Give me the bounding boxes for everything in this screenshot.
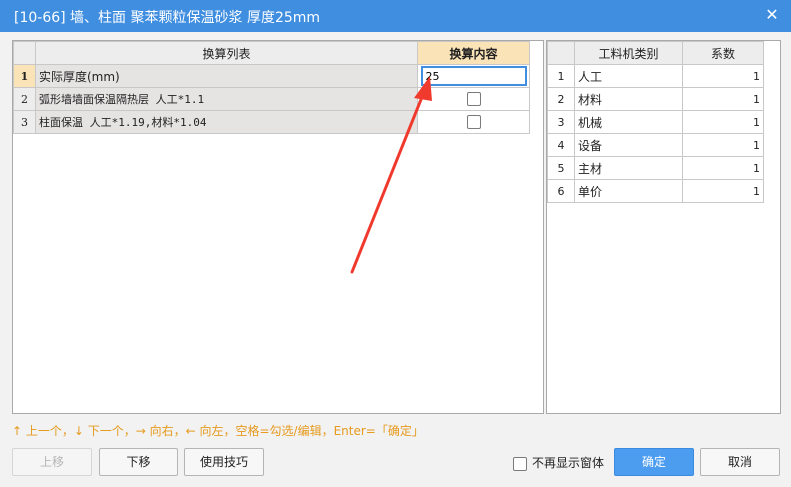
row-index: 4 — [547, 133, 575, 157]
row-category: 单价 — [574, 179, 683, 203]
thickness-input[interactable] — [420, 66, 527, 86]
row-name: 柱面保温 人工*1.19,材料*1.04 — [35, 110, 418, 134]
row-category: 主材 — [574, 156, 683, 180]
category-row[interactable]: 6 单价 1 — [547, 179, 764, 203]
window-title: [10-66] 墙、柱面 聚苯颗粒保温砂浆 厚度25mm — [14, 10, 321, 26]
conversion-table: 换算列表 换算内容 1 实际厚度(mm) 2 弧形墙墙面保温隔热层 人工*1.1… — [13, 41, 530, 134]
row-coefficient[interactable]: 1 — [682, 110, 764, 134]
move-up-button[interactable]: 上移 — [12, 448, 92, 476]
category-panel: 工料机类别 系数 1 人工 1 2 材料 1 3 机械 1 4 设备 1 5 主… — [546, 40, 781, 414]
header-index — [13, 41, 36, 65]
row-coefficient[interactable]: 1 — [682, 179, 764, 203]
row-value-cell[interactable] — [417, 110, 530, 134]
row-coefficient[interactable]: 1 — [682, 133, 764, 157]
conversion-row-1[interactable]: 1 实际厚度(mm) — [13, 64, 530, 88]
cancel-button[interactable]: 取消 — [700, 448, 780, 476]
row-name: 弧形墙墙面保温隔热层 人工*1.1 — [35, 87, 418, 111]
conversion-table-header: 换算列表 换算内容 — [13, 41, 530, 65]
conversion-row-2[interactable]: 2 弧形墙墙面保温隔热层 人工*1.1 — [13, 87, 530, 111]
row-index: 6 — [547, 179, 575, 203]
row-index: 5 — [547, 156, 575, 180]
dont-show-again[interactable]: 不再显示窗体 — [513, 454, 604, 471]
header-category: 工料机类别 — [574, 41, 683, 65]
move-down-button[interactable]: 下移 — [99, 448, 178, 476]
row-checkbox[interactable] — [466, 92, 481, 107]
ok-button[interactable]: 确定 — [614, 448, 694, 476]
header-list: 换算列表 — [35, 41, 418, 65]
header-index — [547, 41, 575, 65]
category-row[interactable]: 2 材料 1 — [547, 87, 764, 111]
close-icon[interactable]: ✕ — [763, 5, 781, 25]
row-coefficient[interactable]: 1 — [682, 156, 764, 180]
row-value-cell[interactable] — [417, 64, 530, 88]
row-category: 机械 — [574, 110, 683, 134]
category-row[interactable]: 5 主材 1 — [547, 156, 764, 180]
row-checkbox[interactable] — [466, 115, 481, 130]
conversion-row-3[interactable]: 3 柱面保温 人工*1.19,材料*1.04 — [13, 110, 530, 134]
row-coefficient[interactable]: 1 — [682, 64, 764, 88]
header-content: 换算内容 — [417, 41, 530, 65]
category-table: 工料机类别 系数 1 人工 1 2 材料 1 3 机械 1 4 设备 1 5 主… — [547, 41, 764, 203]
row-category: 材料 — [574, 87, 683, 111]
category-table-header: 工料机类别 系数 — [547, 41, 764, 65]
dont-show-label: 不再显示窗体 — [532, 456, 605, 470]
category-row[interactable]: 4 设备 1 — [547, 133, 764, 157]
title-bar: [10-66] 墙、柱面 聚苯颗粒保温砂浆 厚度25mm ✕ — [0, 0, 791, 32]
category-row[interactable]: 1 人工 1 — [547, 64, 764, 88]
conversion-list-panel: 换算列表 换算内容 1 实际厚度(mm) 2 弧形墙墙面保温隔热层 人工*1.1… — [12, 40, 544, 414]
row-category: 设备 — [574, 133, 683, 157]
row-category: 人工 — [574, 64, 683, 88]
row-index: 3 — [13, 110, 36, 134]
row-index: 1 — [13, 64, 36, 88]
dont-show-checkbox[interactable] — [513, 456, 527, 471]
row-name: 实际厚度(mm) — [35, 64, 418, 88]
row-index: 3 — [547, 110, 575, 134]
row-index: 1 — [547, 64, 575, 88]
usage-tips-button[interactable]: 使用技巧 — [184, 448, 264, 476]
row-value-cell[interactable] — [417, 87, 530, 111]
row-index: 2 — [547, 87, 575, 111]
row-coefficient[interactable]: 1 — [682, 87, 764, 111]
category-row[interactable]: 3 机械 1 — [547, 110, 764, 134]
header-coefficient: 系数 — [682, 41, 764, 65]
keyboard-hint: ↑ 上一个，↓ 下一个，→ 向右，← 向左，空格=勾选/编辑，Enter=「确定… — [12, 424, 424, 438]
row-index: 2 — [13, 87, 36, 111]
